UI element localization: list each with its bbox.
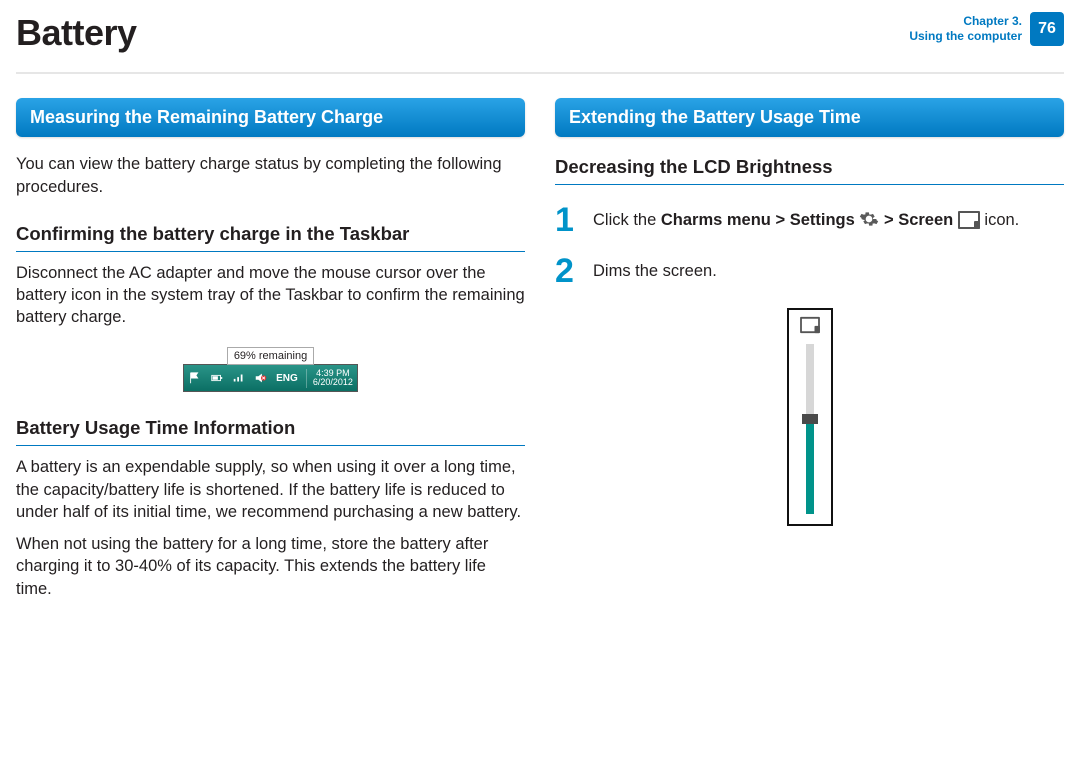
step1-mid: > (879, 211, 898, 229)
chapter-box: Chapter 3. Using the computer 76 (909, 12, 1064, 46)
gear-icon (859, 209, 879, 229)
page-title: Battery (16, 12, 137, 54)
step-1: 1 Click the Charms menu > Settings > Scr… (555, 205, 1064, 236)
left-column: Measuring the Remaining Battery Charge Y… (16, 98, 525, 608)
taskbar-strip: ENG 4:39 PM 6/20/2012 (183, 364, 358, 392)
brightness-panel (787, 308, 833, 526)
chapter-label: Chapter 3. Using the computer (909, 14, 1022, 44)
right-column: Extending the Battery Usage Time Decreas… (555, 98, 1064, 608)
battery-tooltip: 69% remaining (227, 347, 314, 366)
step-2: 2 Dims the screen. (555, 256, 1064, 287)
step-number-2: 2 (555, 256, 579, 287)
sub-confirm-taskbar: Confirming the battery charge in the Tas… (16, 222, 525, 252)
brightness-figure (555, 308, 1064, 526)
network-icon (232, 371, 246, 385)
header-divider (16, 72, 1064, 74)
section-header-right: Extending the Battery Usage Time (555, 98, 1064, 137)
taskbar-clock: 4:39 PM 6/20/2012 (306, 369, 353, 388)
brightness-screen-icon (800, 317, 820, 333)
sub-confirm-para: Disconnect the AC adapter and move the m… (16, 262, 525, 329)
page-number-badge: 76 (1030, 12, 1064, 46)
language-indicator: ENG (276, 372, 298, 386)
step-1-body: Click the Charms menu > Settings > Scree… (593, 205, 1019, 231)
brightness-thumb[interactable] (802, 414, 818, 424)
step1-charms-bold: Charms menu > Settings (661, 211, 860, 229)
chapter-line1: Chapter 3. (909, 14, 1022, 29)
page-header: Battery Chapter 3. Using the computer 76 (16, 12, 1064, 54)
chapter-line2: Using the computer (909, 29, 1022, 44)
volume-muted-icon (254, 371, 268, 385)
sub-decrease-brightness: Decreasing the LCD Brightness (555, 155, 1064, 185)
step1-screen-bold: Screen (898, 211, 958, 229)
flag-icon (188, 371, 202, 385)
sub-usage-info: Battery Usage Time Information (16, 416, 525, 446)
taskbar-date: 6/20/2012 (313, 378, 353, 387)
taskbar-figure: 69% remaining ENG (16, 347, 525, 393)
usage-para1: A battery is an expendable supply, so wh… (16, 456, 525, 523)
step1-pre: Click the (593, 211, 661, 229)
step-2-body: Dims the screen. (593, 256, 717, 282)
section-header-left: Measuring the Remaining Battery Charge (16, 98, 525, 137)
usage-para2: When not using the battery for a long ti… (16, 533, 525, 600)
brightness-fill (806, 421, 814, 515)
screen-icon (958, 211, 980, 229)
brightness-slider[interactable] (806, 344, 814, 514)
content-columns: Measuring the Remaining Battery Charge Y… (16, 98, 1064, 608)
step1-post: icon. (980, 211, 1019, 229)
step-number-1: 1 (555, 205, 579, 236)
battery-icon (210, 371, 224, 385)
left-intro: You can view the battery charge status b… (16, 153, 525, 198)
